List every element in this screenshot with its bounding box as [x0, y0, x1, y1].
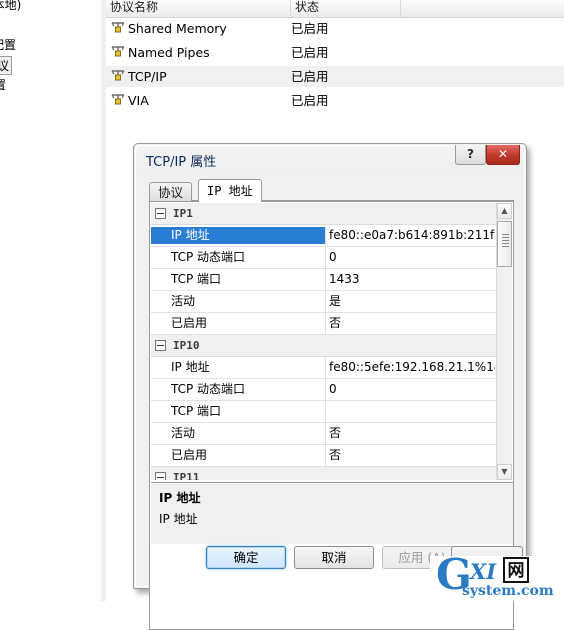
grid-row-ip1-active[interactable]: 活动 是 — [151, 291, 497, 313]
property-value[interactable]: 0 — [329, 249, 495, 266]
dialog-titlebar[interactable]: TCP/IP 属性 ? ✕ — [136, 145, 524, 174]
category-label: IP1 — [173, 207, 193, 220]
column-header-protocol-name[interactable]: 协议名称 — [106, 0, 291, 17]
column-divider — [325, 379, 326, 400]
column-header-filler — [401, 0, 564, 17]
tcpip-properties-dialog: TCP/IP 属性 ? ✕ 协议 IP 地址 IP1 IP 地址 fe80::e… — [133, 143, 527, 630]
tree-item-local[interactable]: (本地) — [0, 0, 21, 13]
grid-category-ip10[interactable]: IP10 — [151, 335, 497, 357]
property-name: IP 地址 — [151, 227, 325, 244]
property-name: TCP 端口 — [171, 404, 222, 418]
property-name: 活动 — [171, 294, 196, 308]
grid-category-ip11[interactable]: IP11 — [151, 467, 497, 480]
console-tree-pane[interactable]: (本地) 配置 议 置 — [0, 0, 102, 601]
collapse-minus-icon[interactable] — [155, 472, 166, 480]
table-row-selected[interactable]: TCP/IP 已启用 — [106, 66, 564, 87]
property-value[interactable]: fe80::e0a7:b614:891b:211f%11 — [329, 227, 495, 244]
column-divider — [325, 445, 326, 466]
collapse-minus-icon[interactable] — [155, 340, 166, 351]
grid-category-ip1[interactable]: IP1 — [151, 203, 497, 225]
watermark-letters-xi: XI — [470, 559, 497, 584]
tab-strip: 协议 IP 地址 — [149, 179, 514, 202]
property-name: IP 地址 — [171, 360, 210, 374]
property-name: 活动 — [171, 426, 196, 440]
network-protocol-icon — [110, 69, 126, 84]
property-value[interactable]: 0 — [329, 381, 495, 398]
property-name: TCP 端口 — [171, 272, 222, 286]
category-label: IP10 — [173, 339, 200, 352]
property-description-pane: IP 地址 IP 地址 — [151, 482, 513, 544]
property-value[interactable]: 否 — [329, 425, 495, 442]
column-divider — [325, 247, 326, 268]
list-column-header: 协议名称 状态 — [106, 0, 564, 18]
tab-ip-address[interactable]: IP 地址 — [198, 179, 262, 202]
protocol-state: 已启用 — [291, 45, 329, 60]
description-title: IP 地址 — [159, 491, 201, 505]
table-row[interactable]: Named Pipes 已启用 — [106, 42, 564, 63]
property-name: 已启用 — [171, 448, 208, 462]
column-divider — [325, 225, 326, 246]
scrollbar-thumb[interactable] — [497, 221, 512, 267]
dialog-inner-frame: TCP/IP 属性 ? ✕ 协议 IP 地址 IP1 IP 地址 fe80::e… — [135, 145, 525, 630]
protocol-state: 已启用 — [291, 21, 329, 36]
grid-row-ip10-tcp-port[interactable]: TCP 端口 — [151, 401, 497, 423]
watermark-domain: system.com — [462, 583, 554, 599]
property-value[interactable]: 1433 — [329, 271, 495, 288]
network-protocol-icon — [110, 21, 126, 36]
grid-scrollbar[interactable]: ▲ ▼ — [496, 203, 512, 480]
description-text: IP 地址 — [159, 512, 198, 526]
table-row[interactable]: Shared Memory 已启用 — [106, 18, 564, 39]
table-row[interactable]: VIA 已启用 — [106, 90, 564, 111]
tree-item-configuration[interactable]: 配置 — [0, 36, 16, 53]
column-divider — [325, 423, 326, 444]
dialog-title: TCP/IP 属性 — [146, 155, 217, 170]
protocol-name: TCP/IP — [128, 69, 167, 84]
property-grid-viewport: IP1 IP 地址 fe80::e0a7:b614:891b:211f%11 T… — [151, 203, 497, 480]
tree-item-settings[interactable]: 置 — [0, 76, 6, 93]
watermark-logo: G XI 网 system.com — [430, 554, 564, 601]
network-protocol-icon — [110, 93, 126, 108]
scroll-up-arrow-icon[interactable]: ▲ — [497, 203, 512, 219]
grid-row-ip1-tcp-dynamic-port[interactable]: TCP 动态端口 0 — [151, 247, 497, 269]
protocol-state: 已启用 — [291, 69, 329, 84]
property-name: TCP 动态端口 — [171, 250, 246, 264]
protocol-name: Named Pipes — [128, 45, 210, 60]
help-icon[interactable]: ? — [455, 145, 486, 165]
property-name: TCP 动态端口 — [171, 382, 246, 396]
grid-row-ip10-active[interactable]: 活动 否 — [151, 423, 497, 445]
column-divider — [325, 401, 326, 422]
grid-row-ip10-ip-address[interactable]: IP 地址 fe80::5efe:192.168.21.1%14 — [151, 357, 497, 379]
grid-row-ip10-enabled[interactable]: 已启用 否 — [151, 445, 497, 467]
column-divider — [325, 357, 326, 378]
column-divider — [325, 269, 326, 290]
cancel-button[interactable]: 取消 — [294, 546, 374, 569]
watermark-char-net: 网 — [503, 557, 529, 583]
property-value[interactable] — [329, 403, 495, 420]
close-icon[interactable]: ✕ — [486, 145, 520, 165]
grid-row-ip1-tcp-port[interactable]: TCP 端口 1433 — [151, 269, 497, 291]
tree-item-protocols[interactable]: 议 — [0, 56, 13, 75]
collapse-minus-icon[interactable] — [155, 208, 166, 219]
grid-row-ip1-enabled[interactable]: 已启用 否 — [151, 313, 497, 335]
category-label: IP11 — [173, 471, 200, 480]
protocol-name: Shared Memory — [128, 21, 227, 36]
ok-button[interactable]: 确定 — [206, 546, 286, 569]
tab-protocol[interactable]: 协议 — [149, 182, 193, 201]
property-value[interactable]: 否 — [329, 315, 495, 332]
column-divider — [325, 291, 326, 312]
protocol-state: 已启用 — [291, 93, 329, 108]
column-header-state[interactable]: 状态 — [291, 0, 401, 17]
property-value[interactable]: fe80::5efe:192.168.21.1%14 — [329, 359, 495, 376]
grid-row-ip1-ip-address[interactable]: IP 地址 fe80::e0a7:b614:891b:211f%11 — [151, 225, 497, 247]
grid-row-ip10-tcp-dynamic-port[interactable]: TCP 动态端口 0 — [151, 379, 497, 401]
scroll-down-arrow-icon[interactable]: ▼ — [497, 464, 512, 480]
property-name: 已启用 — [171, 316, 208, 330]
property-value[interactable]: 是 — [329, 293, 495, 310]
thumb-grip-icon — [502, 240, 509, 241]
column-divider — [325, 313, 326, 334]
network-protocol-icon — [110, 45, 126, 60]
property-value[interactable]: 否 — [329, 447, 495, 464]
protocol-name: VIA — [128, 93, 149, 108]
